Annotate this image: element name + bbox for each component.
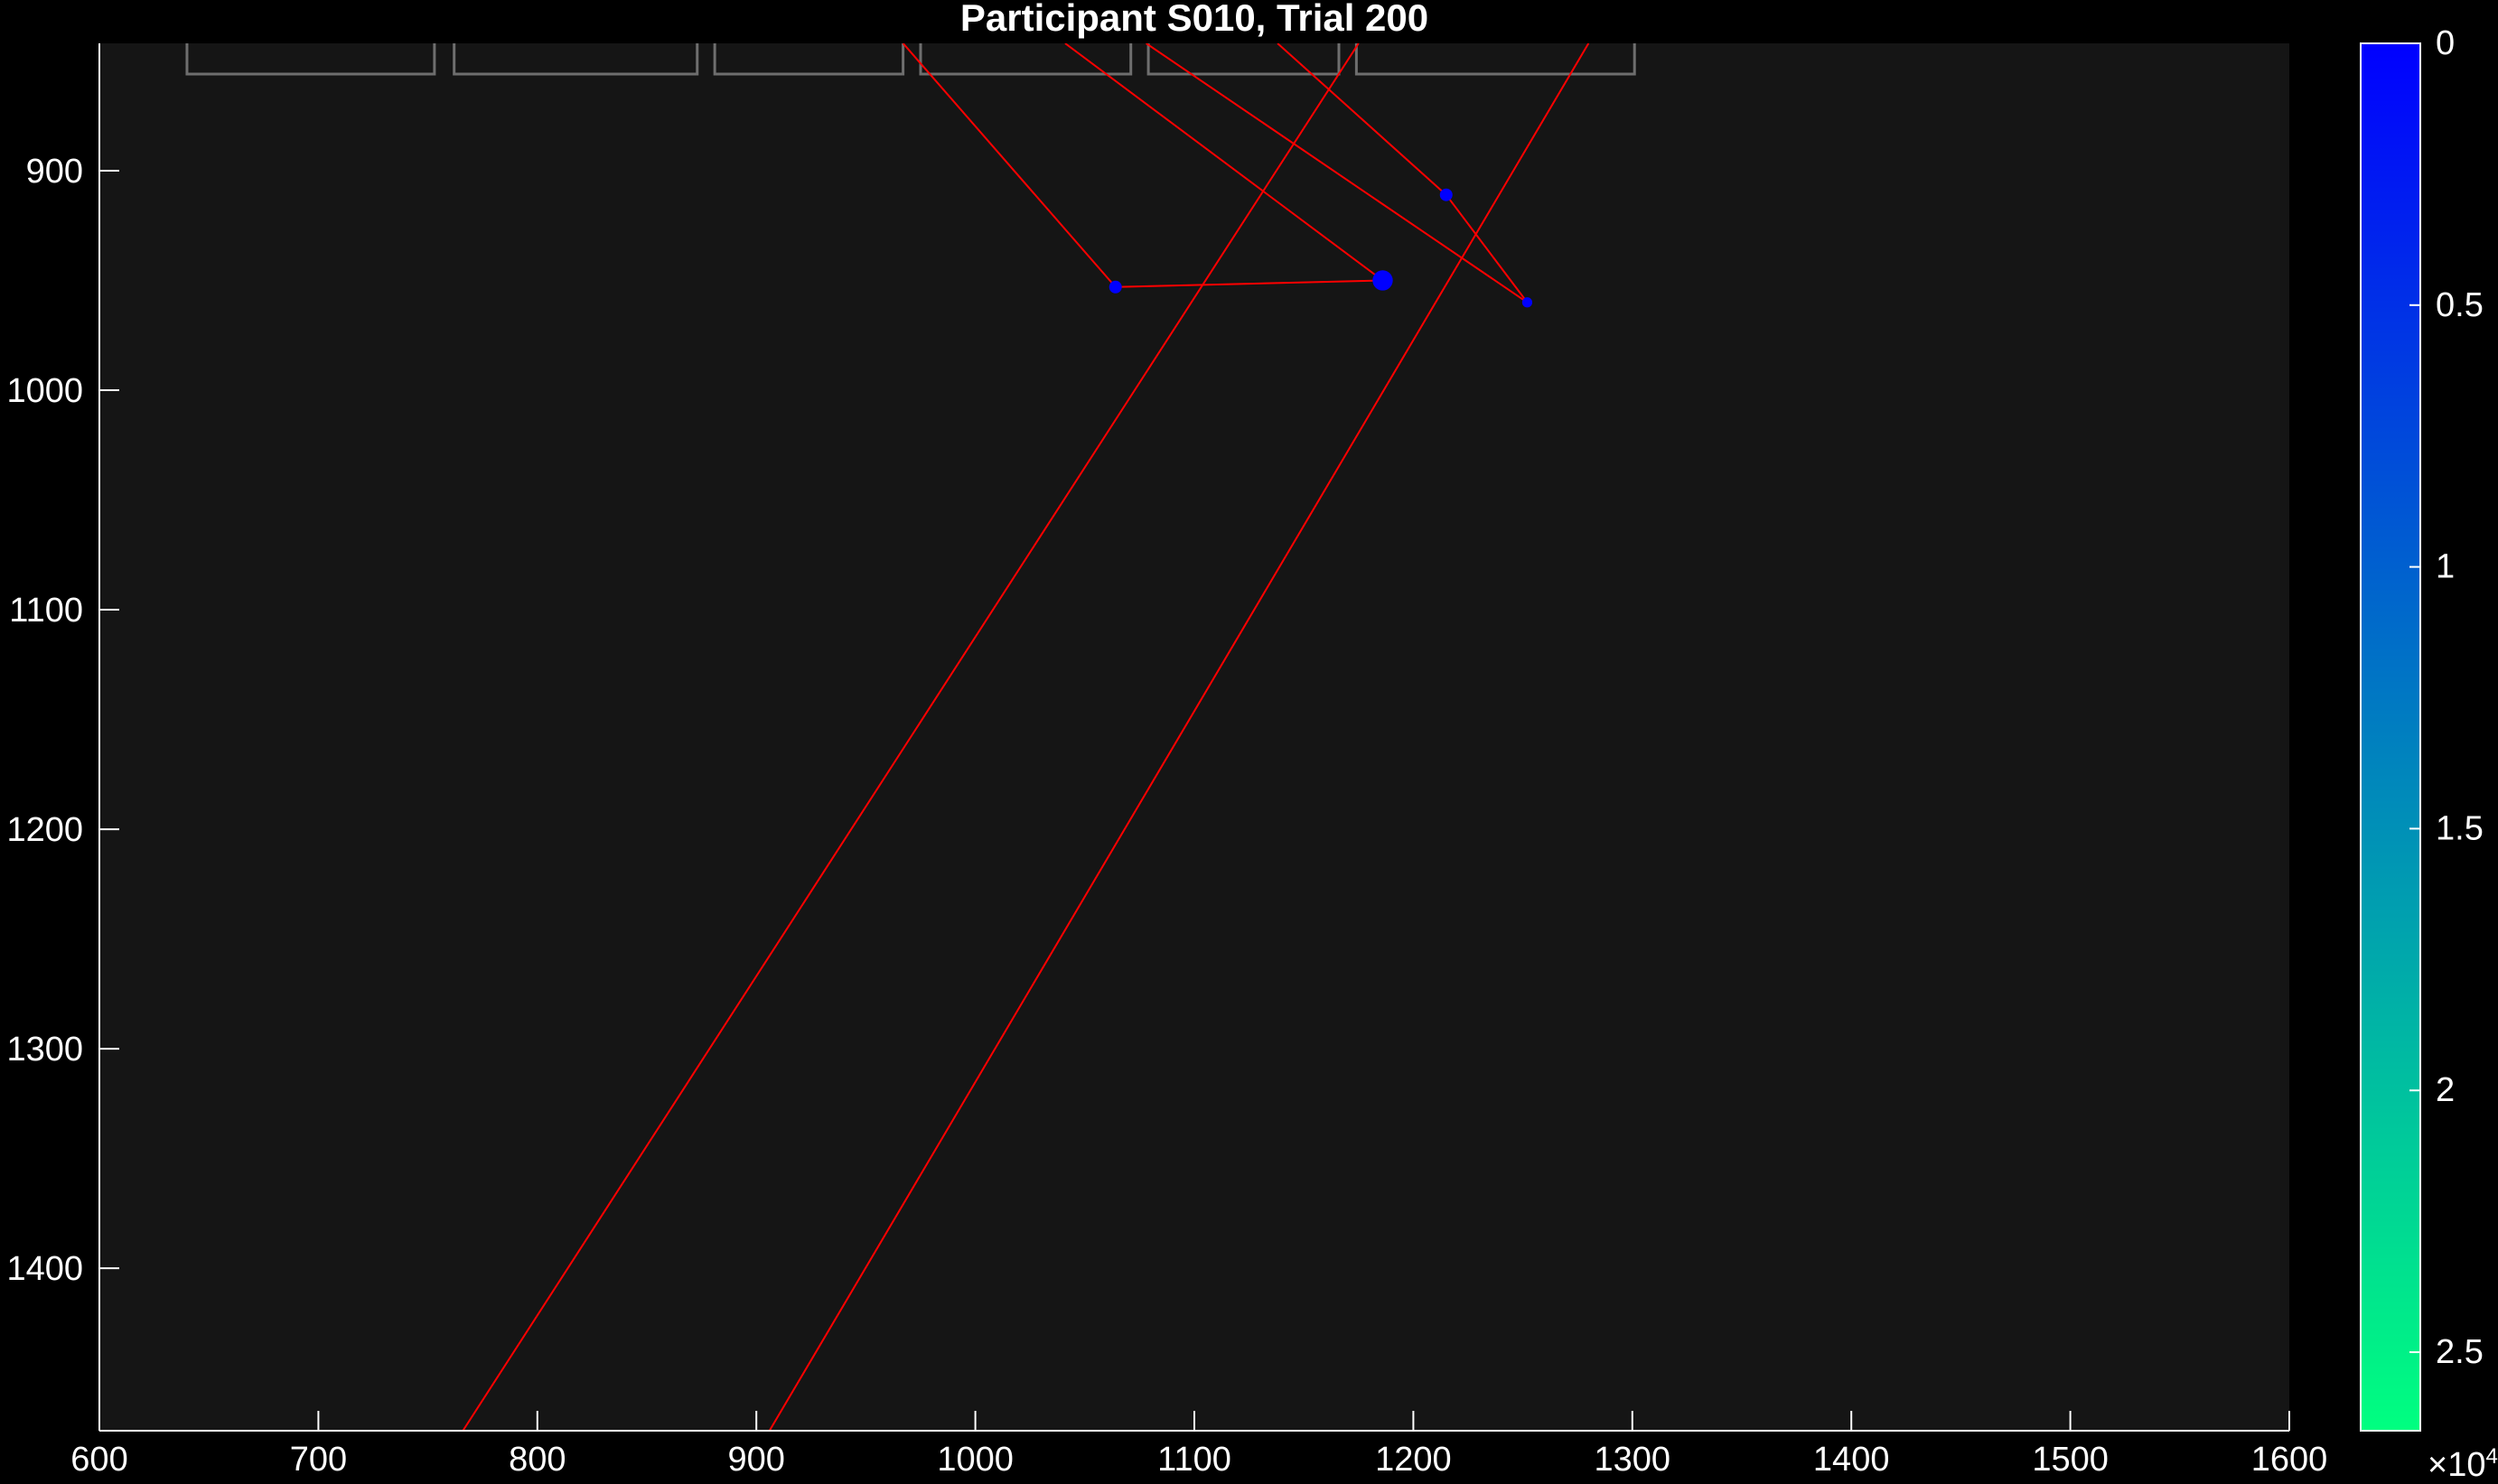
colorbar-multiplier-base: ×10 <box>2428 1446 2485 1484</box>
fixation-point <box>1109 280 1122 294</box>
colorbar-tick-label: 2 <box>2436 1071 2455 1109</box>
fixation-point <box>1372 270 1393 291</box>
x-tick-label: 1000 <box>937 1441 1014 1479</box>
colorbar-multiplier-exponent: 4 <box>2485 1444 2497 1469</box>
x-tick-label: 1200 <box>1375 1441 1452 1479</box>
x-tick-label: 1300 <box>1595 1441 1671 1479</box>
x-tick-label: 700 <box>290 1441 347 1479</box>
x-tick-label: 1500 <box>2032 1441 2109 1479</box>
x-tick-label: 900 <box>727 1441 784 1479</box>
y-tick-label: 1200 <box>6 811 83 849</box>
colorbar-tick-label: 0.5 <box>2436 286 2484 324</box>
chart-title: Participant S010, Trial 200 <box>960 0 1428 39</box>
plot-area <box>99 43 2289 1431</box>
fixation-point <box>1521 297 1533 308</box>
fixation-point <box>1439 188 1453 201</box>
colorbar-tick-label: 1.5 <box>2436 809 2484 847</box>
y-tick-label: 1000 <box>6 372 83 410</box>
x-tick-label: 1100 <box>1157 1441 1231 1479</box>
x-tick-label: 600 <box>70 1441 127 1479</box>
y-tick-label: 900 <box>26 153 83 191</box>
colorbar-tick-label: 2.5 <box>2436 1333 2484 1371</box>
x-tick-label: 800 <box>509 1441 566 1479</box>
y-tick-label: 1400 <box>6 1250 83 1288</box>
y-tick-label: 1100 <box>9 592 83 630</box>
colorbar <box>2360 42 2421 1432</box>
x-tick-label: 1600 <box>2251 1441 2328 1479</box>
y-tick-label: 1300 <box>6 1031 83 1069</box>
figure: 600 700 800 900 1000 1100 1200 1300 1400 1500 1600… <box>0 0 2498 1484</box>
x-tick-label: 1400 <box>1813 1441 1890 1479</box>
colorbar-tick-label: 0 <box>2436 24 2455 62</box>
colorbar-tick-label: 1 <box>2436 548 2455 586</box>
